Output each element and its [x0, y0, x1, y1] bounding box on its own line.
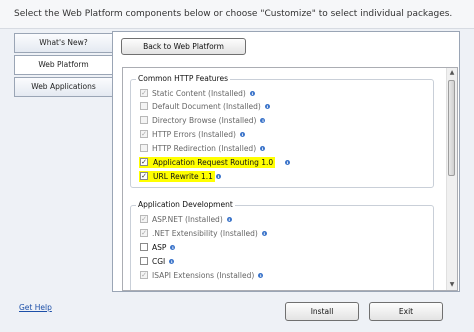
exit-button[interactable]: Exit: [369, 302, 443, 321]
info-icon[interactable]: i: [261, 231, 267, 236]
info-icon[interactable]: i: [216, 174, 221, 179]
checkbox[interactable]: ✓: [140, 271, 148, 279]
tab-web-applications[interactable]: Web Applications: [14, 77, 113, 97]
info-icon[interactable]: i: [285, 160, 290, 165]
group-title: Common HTTP Features: [136, 74, 230, 83]
instructions-text: Select the Web Platform components below…: [14, 9, 453, 19]
tab-label: Web Platform: [38, 60, 89, 69]
tab-web-platform[interactable]: Web Platform: [14, 55, 113, 75]
info-icon[interactable]: i: [260, 118, 266, 123]
checkbox[interactable]: [140, 144, 148, 152]
checkbox[interactable]: [140, 102, 148, 110]
checkbox[interactable]: ✓: [140, 229, 148, 237]
checkbox[interactable]: ✓: [140, 158, 148, 166]
tab-whats-new[interactable]: What's New?: [14, 33, 113, 53]
checkbox[interactable]: [140, 257, 148, 265]
group-common-http-features: Common HTTP Features ✓ Static Content (I…: [130, 74, 434, 188]
list-item-application-request-routing[interactable]: ✓ Application Request Routing 1.0: [139, 157, 276, 168]
info-icon[interactable]: i: [260, 146, 266, 151]
scrollbar-thumb[interactable]: [448, 80, 455, 176]
install-button[interactable]: Install: [285, 302, 359, 321]
checkbox[interactable]: ✓: [140, 172, 148, 180]
group-title: Application Development: [136, 200, 235, 209]
tab-label: What's New?: [39, 38, 88, 47]
component-list: Common HTTP Features ✓ Static Content (I…: [122, 67, 458, 291]
checkbox[interactable]: ✓: [140, 130, 148, 138]
checkbox[interactable]: ✓: [140, 89, 148, 97]
checkbox[interactable]: ✓: [140, 215, 148, 223]
get-help-link[interactable]: Get Help: [19, 303, 52, 312]
group-application-development: Application Development ✓ ASP.NET (Insta…: [130, 200, 434, 290]
checkbox[interactable]: [140, 243, 148, 251]
back-to-web-platform-button[interactable]: Back to Web Platform: [121, 38, 246, 55]
info-icon[interactable]: i: [226, 217, 232, 222]
vertical-scrollbar[interactable]: ▲ ▼: [446, 68, 457, 290]
tab-label: Web Applications: [31, 82, 96, 91]
scroll-down-icon[interactable]: ▼: [447, 280, 457, 290]
scroll-up-icon[interactable]: ▲: [447, 68, 457, 78]
info-icon[interactable]: i: [239, 132, 245, 137]
list-item-url-rewrite[interactable]: ✓ URL Rewrite 1.1: [139, 171, 215, 182]
header-bar: Select the Web Platform components below…: [0, 0, 474, 29]
info-icon[interactable]: i: [249, 91, 255, 96]
content-panel: Back to Web Platform Common HTTP Feature…: [112, 31, 460, 292]
info-icon[interactable]: i: [170, 245, 176, 250]
checkbox[interactable]: [140, 116, 148, 124]
info-icon[interactable]: i: [258, 273, 264, 278]
info-icon[interactable]: i: [169, 259, 175, 264]
info-icon[interactable]: i: [264, 104, 270, 109]
